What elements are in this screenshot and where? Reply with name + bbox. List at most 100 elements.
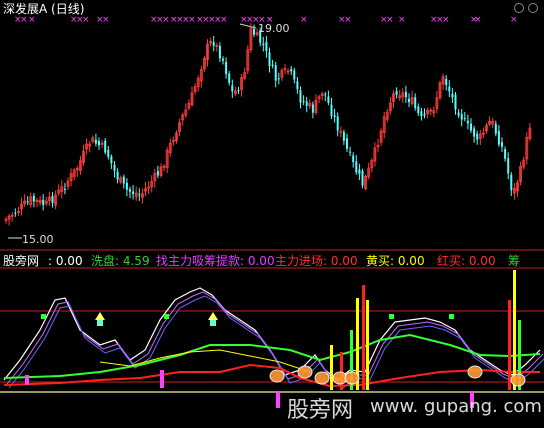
close-icon[interactable] [528,3,538,13]
candle-body [324,94,327,96]
up-arrow-icon [208,312,218,320]
candle-body [302,101,305,103]
signal-x-marker: × [28,15,36,25]
candle-body [113,164,116,171]
signal-bar [330,345,333,390]
candle-body [349,151,352,153]
candle-body [507,158,510,174]
watermark-url: www. gupang. com [370,396,542,417]
indicator-xipan: 洗盘: 4.59 [91,254,150,268]
high-price-label: 19.00 [258,22,290,35]
candle-body [460,114,463,120]
candle-body [470,123,472,131]
candle-body [454,94,457,110]
candle-body [358,169,361,174]
candle-body [63,188,66,190]
candle-body [463,117,466,119]
candle-body [494,123,497,134]
candle-body [231,85,234,92]
candle-body [125,182,128,190]
candle-body [129,189,131,192]
candle-body [408,98,410,103]
magenta-bar [25,375,29,385]
candle-body [497,131,500,145]
candle-body [327,96,330,103]
indicator-chou: 筹 [508,254,521,268]
signal-x-marker: × [82,15,90,25]
candle-body [271,64,274,67]
signal-x-marker: × [220,15,228,25]
signal-bar [366,300,369,390]
indicator-hongmai: 红买: 0.00 [437,254,496,268]
candle-body [98,140,100,146]
candle-body [274,65,277,81]
candle-body [404,91,407,98]
candle-body [228,73,231,83]
signal-x-marker: × [386,15,394,25]
green-square-marker [449,314,454,319]
signal-x-marker: × [300,15,308,25]
candle-body [473,128,476,137]
chart-canvas[interactable]: ×× × ××× ×× ××× ×××× ××××× ×××× × × ×× ×× × ××× ×× × [0,0,544,428]
candle-body [501,142,503,147]
candle-body [94,139,97,144]
signal-x-marker: × [510,15,518,25]
window-title: 深发展A (日线) [3,2,85,16]
buy-signal-icon [314,371,330,385]
watermark-cn: 股旁网 [287,398,354,423]
indicator-name-value: : 0.00 [48,254,83,268]
signal-x-marker: × [344,15,352,25]
signal-x-marker: × [442,15,450,25]
candle-body [265,42,268,51]
candle-body [336,116,339,131]
candle-body [132,191,135,194]
candle-body [333,115,336,118]
candle-body [293,70,296,80]
signal-x-marker: × [162,15,170,25]
candle-body [305,101,308,106]
candle-body [268,52,271,66]
candle-body [104,140,107,153]
candle-body [110,156,113,164]
candle-body [448,86,451,92]
signal-x-marker: × [102,15,110,25]
minimize-icon[interactable] [514,3,524,13]
candle-body [156,171,159,176]
candle-body [253,29,255,35]
candle-body [457,112,460,116]
up-arrow-stem [97,320,103,326]
candle-body [32,195,35,202]
candle-body [504,149,507,159]
signal-x-marker: × [474,15,482,25]
candle-body [420,111,423,117]
indicator-xichou: 找主力吸筹提款: 0.00 [156,254,275,268]
candle-body [395,90,398,95]
candle-body [451,93,454,98]
up-arrow-icon [95,312,105,320]
signal-x-marker: × [188,15,196,25]
candle-body [218,46,221,59]
green-square-marker [41,314,46,319]
candle-body [466,120,469,124]
buy-signal-icon [297,365,313,379]
candle-body [342,131,345,141]
candle-body [423,113,426,116]
candle-body [122,176,125,184]
candle-body [414,97,417,109]
buy-signal-icon [344,371,360,385]
candle-body [311,104,314,113]
magenta-bar [160,370,164,388]
buy-signal-icon [269,369,285,383]
signal-bar [508,300,511,390]
candle-body [510,174,513,191]
candle-body [138,194,141,196]
signal-x-marker: × [20,15,28,25]
candle-body [277,78,280,80]
candle-body [290,68,293,72]
up-arrow-stem [210,320,216,326]
candle-body [51,196,54,204]
candle-body [222,58,224,61]
candle-body [212,41,215,46]
signal-x-marker: × [398,15,406,25]
candle-body [225,62,228,75]
